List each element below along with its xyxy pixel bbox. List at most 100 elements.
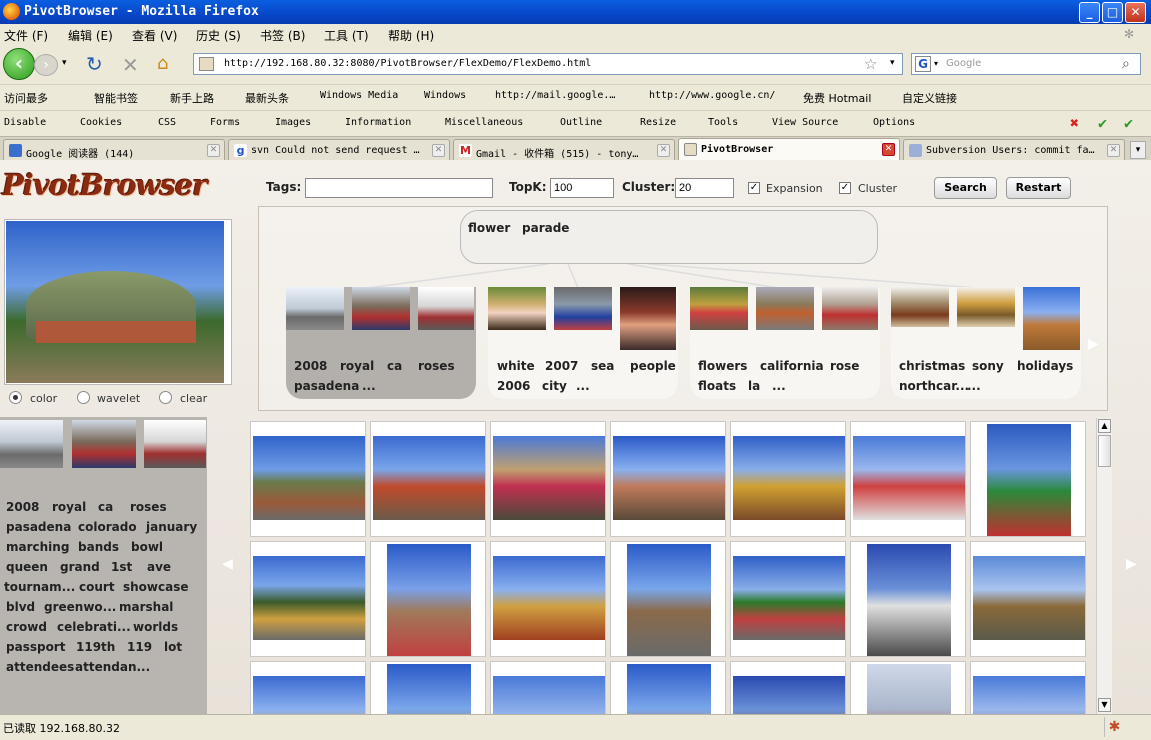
expansion-checkbox[interactable]: ✓ [748,182,760,194]
image-tile[interactable] [730,421,846,537]
cluster-tag[interactable]: people [630,359,676,373]
image-tile[interactable] [250,541,366,657]
cluster-tag[interactable]: sony [972,359,1004,373]
css-status-icon[interactable]: ✔ [1098,114,1107,132]
image-tile[interactable] [610,421,726,537]
dev-information-menu[interactable]: Information [345,117,411,128]
cluster-thumbnail[interactable] [488,287,546,330]
history-dropdown-icon[interactable]: ▾ [62,58,67,68]
tag-word[interactable]: court [79,580,115,594]
search-box[interactable]: G ▾ Google ⌕ [911,53,1141,75]
cluster-tag[interactable]: pasadena [294,379,359,393]
image-tile[interactable] [490,541,606,657]
tag-word[interactable]: worlds [133,620,178,634]
cluster-thumbnail[interactable] [756,287,814,330]
image-tile[interactable] [370,661,486,714]
search-magnifier-icon[interactable]: ⌕ [1122,56,1130,72]
menu-edit[interactable]: 编辑 (E) [68,27,113,44]
dev-options-menu[interactable]: Options [873,117,915,128]
url-bar[interactable]: http://192.168.80.32:8080/PivotBrowser/F… [193,53,903,75]
bookmark-most-visited[interactable]: 访问最多 [4,90,48,106]
cluster-tag[interactable]: ... [362,379,376,393]
tags-input[interactable] [305,178,493,198]
tag-word[interactable]: bowl [131,540,163,554]
close-tab-icon[interactable]: ✕ [657,144,670,157]
image-tile[interactable] [250,661,366,714]
tag-word[interactable]: marching [6,540,69,554]
cluster-tag[interactable]: christmas [899,359,965,373]
clear-radio[interactable] [159,391,172,404]
tag-word[interactable]: pasadena [6,520,71,534]
bookmark-google-cn[interactable]: http://www.google.cn/ [649,90,775,101]
reload-icon[interactable]: ↻ [86,52,103,76]
menu-view[interactable]: 查看 (V) [132,27,177,44]
js-status-icon[interactable]: ✔ [1124,114,1133,132]
tag-word[interactable]: blvd [6,600,35,614]
tag-word[interactable]: 119th [76,640,115,654]
cluster-thumbnail[interactable] [620,287,676,350]
tab-svn[interactable]: g svn Could not send request … ✕ [228,139,450,161]
cluster-thumbnail[interactable] [891,287,949,327]
image-tile[interactable] [610,661,726,714]
color-radio[interactable] [9,391,22,404]
image-tile[interactable] [970,421,1086,537]
menu-file[interactable]: 文件 (F) [4,27,48,44]
dev-view-source-menu[interactable]: View Source [772,117,838,128]
search-button[interactable]: Search [934,177,997,199]
tag-word[interactable]: celebrati... [57,620,131,634]
bookmark-custom-links[interactable]: 自定义链接 [902,90,957,106]
home-icon[interactable]: ⌂ [157,53,168,74]
cluster-tag[interactable]: 2006 [497,379,530,393]
back-button[interactable]: ‹ [3,48,35,80]
grid-next-arrow-icon[interactable]: ▶ [1126,556,1137,572]
tag-word[interactable]: marshal [119,600,173,614]
close-tab-icon[interactable]: ✕ [882,143,895,156]
cluster-tag[interactable]: holidays [1017,359,1073,373]
cluster-tag[interactable]: california [760,359,824,373]
scroll-up-icon[interactable]: ▲ [1098,419,1111,433]
menu-help[interactable]: 帮助 (H) [388,27,434,44]
cluster-thumbnail[interactable] [1023,287,1080,350]
bookmark-windows-media[interactable]: Windows Media [320,90,398,101]
image-tile[interactable] [490,421,606,537]
tag-word[interactable]: colorado [78,520,137,534]
tag-word[interactable]: ca [98,500,113,514]
dev-cookies-menu[interactable]: Cookies [80,117,122,128]
grid-scrollbar[interactable]: ▲ ▼ [1096,418,1112,714]
close-tab-icon[interactable]: ✕ [207,144,220,157]
image-tile[interactable] [730,661,846,714]
dev-css-menu[interactable]: CSS [158,117,176,128]
image-tile[interactable] [490,661,606,714]
restart-button[interactable]: Restart [1006,177,1071,199]
tag-word[interactable]: attendees [6,660,74,674]
tag-word[interactable]: greenwo... [44,600,116,614]
forward-button[interactable]: › [34,54,58,76]
tag-word[interactable]: roses [130,500,167,514]
tag-word[interactable]: showcase [123,580,189,594]
preview-image[interactable] [6,221,224,383]
cluster-input[interactable] [675,178,734,198]
error-status-icon[interactable]: ✖ [1070,114,1079,132]
tab-list-button[interactable]: ▾ [1130,141,1146,159]
cluster-tag[interactable]: city [542,379,567,393]
tag-word[interactable]: attendan... [75,660,150,674]
cluster-tag[interactable]: ca [387,359,402,373]
firebug-icon[interactable]: ✱ [1104,717,1124,737]
cluster-thumbnail[interactable] [0,420,63,468]
bookmark-hotmail[interactable]: 免费 Hotmail [803,90,871,106]
google-engine-icon[interactable]: G [915,56,931,72]
menu-history[interactable]: 历史 (S) [196,27,241,44]
wavelet-radio[interactable] [77,391,90,404]
tab-gmail[interactable]: M Gmail - 收件箱 (515) - tony… ✕ [453,139,675,161]
tag-word[interactable]: tournam... [4,580,75,594]
grid-prev-arrow-icon[interactable]: ◀ [222,556,233,572]
scroll-down-icon[interactable]: ▼ [1098,698,1111,712]
cluster-tag[interactable]: sea [591,359,614,373]
cluster-tag[interactable]: 2007 [545,359,578,373]
bookmark-getting-started[interactable]: 新手上路 [170,90,214,106]
menu-tools[interactable]: 工具 (T) [324,27,369,44]
cluster-tag[interactable]: ... [772,379,786,393]
dev-outline-menu[interactable]: Outline [560,117,602,128]
cluster-tag[interactable]: white [497,359,535,373]
url-dropdown-icon[interactable]: ▾ [890,58,895,68]
